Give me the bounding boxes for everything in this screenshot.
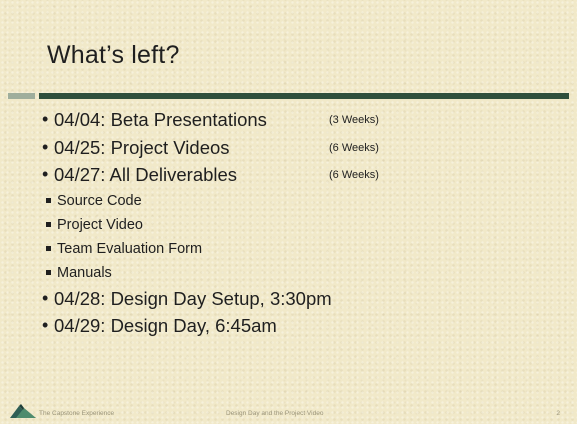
list-item-note: (6 Weeks) — [329, 169, 379, 181]
bullet-icon: • — [42, 315, 49, 335]
list-item-text: 04/25: Project Videos — [54, 136, 230, 158]
list-item: • 04/29: Design Day, 6:45am — [42, 312, 562, 340]
square-bullet-icon — [46, 197, 51, 203]
list-item-text: 04/28: Design Day Setup, 3:30pm — [54, 287, 332, 309]
square-bullet-icon — [46, 269, 51, 275]
bullet-icon: • — [42, 164, 49, 184]
sub-list-item: Project Video — [42, 213, 562, 237]
list-item-text: 04/29: Design Day, 6:45am — [54, 315, 277, 336]
sub-list-item: Source Code — [42, 189, 562, 213]
list-item-note: (6 Weeks) — [329, 141, 379, 154]
bullet-list: • 04/04: Beta Presentations (3 Weeks) • … — [42, 106, 562, 340]
slide: What’s left? • 04/04: Beta Presentations… — [0, 0, 577, 424]
slide-title: What’s left? — [47, 41, 180, 69]
sub-list-item-text: Project Video — [57, 216, 143, 233]
list-item-text: 04/04: Beta Presentations — [54, 109, 267, 130]
title-rule-accent — [8, 93, 35, 99]
sub-list-item-text: Source Code — [57, 192, 142, 209]
bullet-icon: • — [42, 287, 49, 308]
list-item: • 04/27: All Deliverables (6 Weeks) — [42, 161, 562, 189]
list-item: • 04/25: Project Videos (6 Weeks) — [42, 134, 562, 162]
sub-list-item-text: Manuals — [57, 264, 112, 281]
title-rule — [39, 93, 569, 99]
footer-course-name: The Capstone Experience — [39, 410, 115, 417]
sub-list-item: Team Evaluation Form — [42, 237, 562, 261]
square-bullet-icon — [46, 221, 51, 227]
bullet-icon: • — [42, 109, 49, 129]
square-bullet-icon — [46, 245, 51, 251]
mountain-logo-icon — [10, 402, 36, 420]
list-item: • 04/28: Design Day Setup, 3:30pm — [42, 285, 562, 313]
sub-list-item: Manuals — [42, 261, 562, 285]
sub-list-item-text: Team Evaluation Form — [57, 240, 203, 257]
list-item: • 04/04: Beta Presentations (3 Weeks) — [42, 106, 562, 134]
bullet-icon: • — [42, 136, 49, 157]
list-item-text: 04/27: All Deliverables — [54, 164, 238, 185]
footer-deck-title: Design Day and the Project Video — [226, 410, 324, 417]
slide-footer: The Capstone Experience Design Day and t… — [0, 394, 577, 424]
list-item-note: (3 Weeks) — [329, 114, 379, 126]
page-number: 2 — [556, 410, 560, 417]
